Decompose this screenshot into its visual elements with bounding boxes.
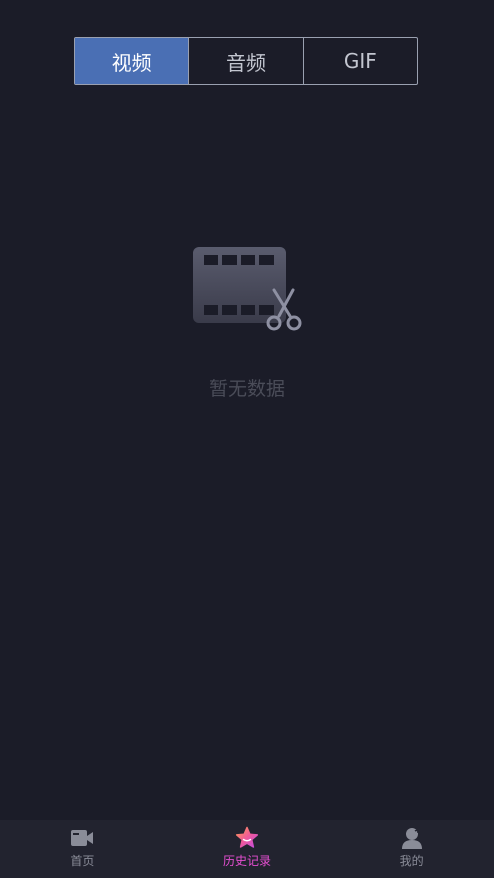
star-icon (235, 826, 259, 848)
tab-gif[interactable]: GIF (304, 38, 417, 84)
tab-video[interactable]: 视频 (75, 38, 190, 84)
nav-profile[interactable]: 我的 (329, 820, 494, 878)
film-scissors-icon (192, 244, 306, 336)
media-type-tabs: 视频 音频 GIF (74, 37, 418, 85)
nav-home-label: 首页 (70, 854, 95, 868)
nav-history-label: 历史记录 (223, 854, 272, 868)
nav-profile-label: 我的 (399, 854, 424, 868)
nav-home[interactable]: 首页 (0, 820, 165, 878)
tab-audio[interactable]: 音频 (189, 38, 304, 84)
empty-state-text: 暂无数据 (208, 378, 285, 400)
user-icon (401, 828, 422, 849)
bottom-navigation: 首页 历史记录 我的 (0, 820, 494, 878)
nav-history[interactable]: 历史记录 (165, 820, 330, 878)
video-camera-icon (71, 830, 94, 846)
